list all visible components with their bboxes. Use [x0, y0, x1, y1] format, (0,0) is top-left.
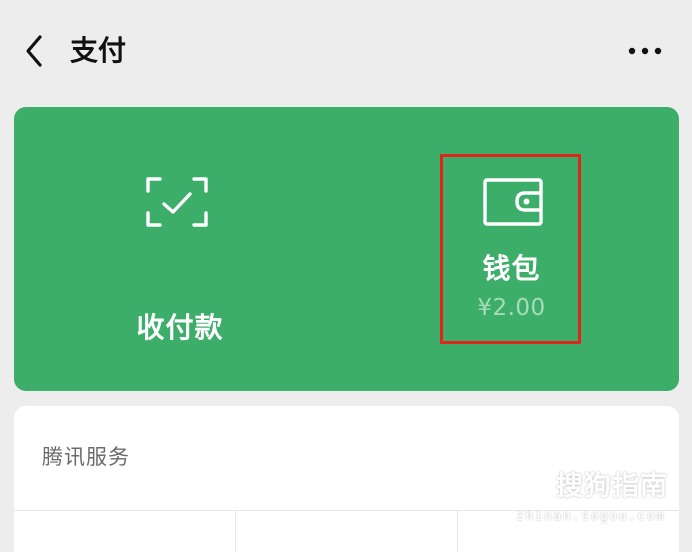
wallet-icon: [483, 178, 543, 226]
more-button[interactable]: [628, 40, 662, 62]
receive-pay-label: 收付款: [136, 311, 224, 344]
grid-divider: [235, 510, 236, 552]
sogou-logo-icon: [515, 469, 551, 505]
top-bar: 支付: [0, 0, 692, 100]
back-button[interactable]: [18, 30, 54, 74]
watermark: 搜狗指南 zhinan.sogou.com: [514, 465, 684, 531]
wallet-button[interactable]: 钱包 ¥2.00: [444, 159, 579, 339]
services-title: 腾讯服务: [42, 445, 130, 469]
wallet-balance: ¥2.00: [477, 295, 546, 321]
chevron-left-icon: [26, 35, 42, 67]
grid-divider: [457, 510, 458, 552]
payment-page: 支付 收付款 钱包 ¥2.00 腾讯服务 搜狗指南 zhinan.sogou.c…: [0, 0, 692, 552]
page-title: 支付: [70, 34, 127, 67]
watermark-url: zhinan.sogou.com: [516, 509, 666, 524]
wallet-label: 钱包: [482, 252, 541, 285]
watermark-text: 搜狗指南: [556, 471, 668, 502]
pay-card: 收付款 钱包 ¥2.00: [14, 107, 679, 391]
more-horizontal-icon: [628, 47, 662, 55]
receive-pay-button[interactable]: 收付款: [110, 167, 250, 344]
scan-check-icon: [146, 177, 208, 227]
